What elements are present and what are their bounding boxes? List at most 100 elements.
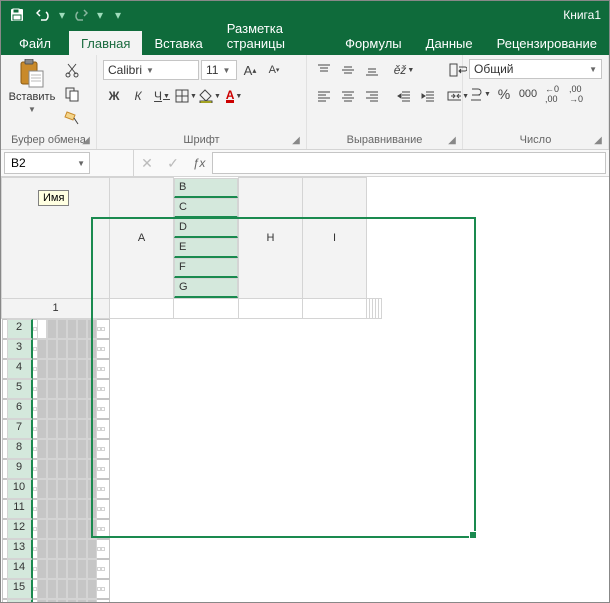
cell[interactable] [37,499,47,519]
qat-dropdown-icon[interactable]: ▾ [57,8,67,22]
underline-button[interactable]: Ч▼ [151,85,173,107]
cell[interactable] [37,599,47,603]
cell[interactable] [47,519,57,539]
cell[interactable] [47,559,57,579]
align-middle-button[interactable] [337,59,359,81]
row-header[interactable]: 8 [7,439,33,459]
cell[interactable] [57,419,67,439]
cell[interactable] [77,539,87,559]
qat-customize-icon[interactable]: ▾ [113,8,123,22]
cell[interactable] [87,459,97,479]
increase-decimal-button[interactable]: ←0,00 [541,83,563,105]
accounting-format-button[interactable]: ▼ [469,83,491,105]
copy-button[interactable] [61,83,83,105]
cell[interactable] [57,379,67,399]
cell[interactable] [57,479,67,499]
cell[interactable] [47,339,57,359]
row-header[interactable]: 5 [7,379,33,399]
row-header[interactable]: 11 [7,499,33,519]
row-header[interactable]: 7 [7,419,33,439]
tab-page-layout[interactable]: Разметка страницы [215,16,333,55]
cell[interactable] [37,339,47,359]
cell[interactable] [67,359,77,379]
formula-bar[interactable] [212,152,606,174]
cell[interactable] [101,547,105,551]
cell[interactable] [101,487,105,491]
comma-format-button[interactable]: 000 [517,83,539,105]
row-header[interactable]: 13 [7,539,33,559]
cell[interactable] [37,419,47,439]
cell[interactable] [67,559,77,579]
tab-file[interactable]: Файл [5,31,69,55]
cell[interactable] [101,367,105,371]
cell[interactable] [47,359,57,379]
cell[interactable] [77,399,87,419]
cell[interactable] [77,359,87,379]
dialog-launcher-icon[interactable]: ◢ [446,135,458,147]
chevron-down-icon[interactable]: ▼ [77,159,85,168]
cell[interactable] [67,439,77,459]
cell[interactable] [67,339,77,359]
formula-input[interactable] [213,153,605,173]
tab-insert[interactable]: Вставка [142,31,214,55]
cell[interactable] [87,539,97,559]
cell[interactable] [47,399,57,419]
cell[interactable] [67,519,77,539]
cell[interactable] [57,599,67,603]
cell[interactable] [77,459,87,479]
cell[interactable] [57,439,67,459]
cell[interactable] [87,319,97,339]
cell[interactable] [379,298,382,318]
bold-button[interactable]: Ж [103,85,125,107]
cell[interactable] [47,599,57,603]
cell[interactable] [101,527,105,531]
increase-font-button[interactable]: A▴ [239,59,261,81]
redo-button[interactable] [69,3,93,27]
cell[interactable] [174,298,239,318]
dialog-launcher-icon[interactable]: ◢ [290,135,302,147]
cell[interactable] [57,399,67,419]
cell[interactable] [57,579,67,599]
orientation-button[interactable]: ěž▼ [393,59,415,81]
borders-button[interactable]: ▼ [175,85,197,107]
cell[interactable] [77,599,87,603]
cell[interactable] [57,319,67,339]
cell[interactable] [87,559,97,579]
row-header[interactable]: 15 [7,579,33,599]
cell[interactable] [47,419,57,439]
column-header[interactable]: A [110,178,174,299]
column-header[interactable]: B [174,178,238,198]
column-header[interactable]: H [239,178,303,299]
cell[interactable] [77,519,87,539]
cell[interactable] [37,439,47,459]
cell[interactable] [77,319,87,339]
cell[interactable] [47,539,57,559]
cell[interactable] [77,439,87,459]
cell[interactable] [239,298,303,318]
column-header[interactable]: D [174,218,238,238]
number-format-select[interactable]: Общий▼ [469,59,602,79]
cell[interactable] [57,539,67,559]
cell[interactable] [47,499,57,519]
align-top-button[interactable] [313,59,335,81]
cell[interactable] [77,479,87,499]
cell[interactable] [67,459,77,479]
cell[interactable] [101,467,105,471]
cell[interactable] [87,339,97,359]
cell[interactable] [37,519,47,539]
enter-formula-button[interactable]: ✓ [160,150,186,176]
paste-button[interactable]: Вставить ▼ [7,59,57,114]
row-header[interactable]: 16 [7,599,33,603]
tab-home[interactable]: Главная [69,31,142,55]
row-header[interactable]: 3 [7,339,33,359]
fx-icon[interactable]: ƒx [186,156,212,170]
decrease-font-button[interactable]: A▾ [263,59,285,81]
cell[interactable] [47,439,57,459]
cell[interactable] [57,519,67,539]
cell[interactable] [67,319,77,339]
italic-button[interactable]: К [127,85,149,107]
save-button[interactable] [5,3,29,27]
name-box[interactable]: ▼ [4,152,90,174]
row-header[interactable]: 4 [7,359,33,379]
cell[interactable] [87,419,97,439]
